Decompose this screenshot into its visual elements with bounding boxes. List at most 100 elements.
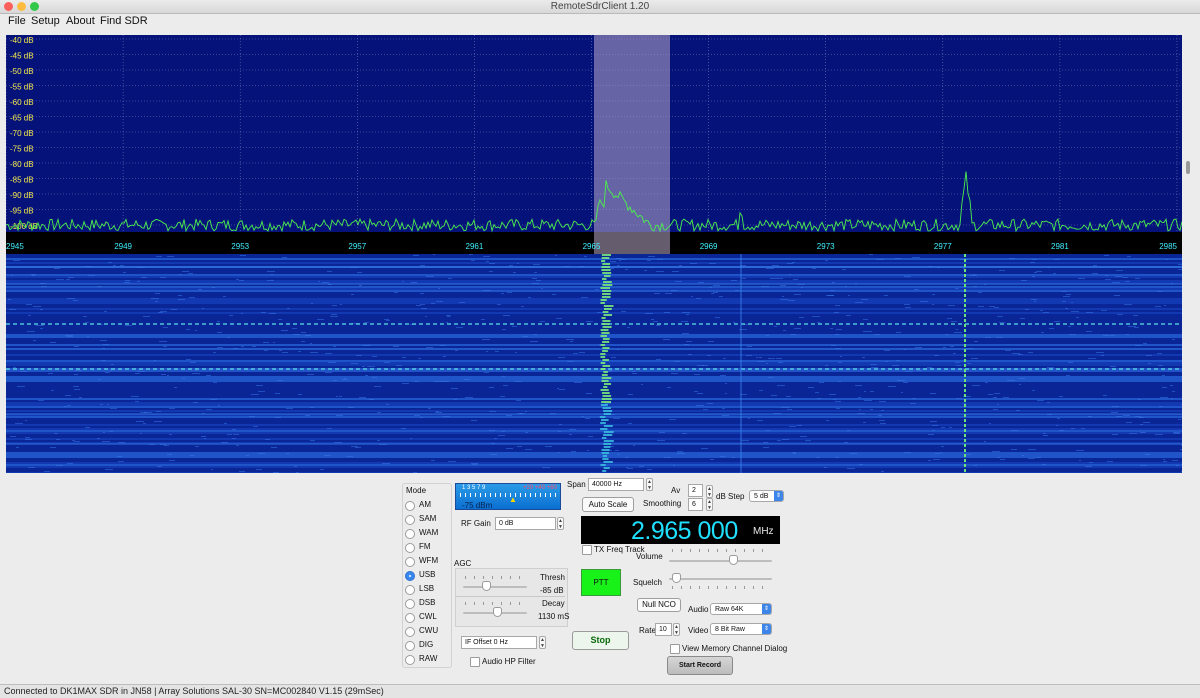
squelch-slider-thumb[interactable] <box>672 573 682 583</box>
title-bar: RemoteSdrClient 1.20 <box>0 0 1200 14</box>
mode-label-fm: FM <box>419 542 431 551</box>
rf-gain-label: RF Gain <box>461 519 491 528</box>
av-label: Av <box>671 486 681 495</box>
audio-hp-filter-label: Audio HP Filter <box>482 657 536 666</box>
s-meter-scale: 1 3 5 7 9 <box>462 485 486 491</box>
db-tick-label: -90 dB <box>10 191 34 200</box>
stop-button[interactable]: Stop <box>572 631 629 650</box>
frequency-value: 2.965 000 <box>631 517 738 545</box>
mode-radio-cwl[interactable] <box>405 613 415 623</box>
svg-text:2965: 2965 <box>583 242 601 251</box>
rf-gain-field[interactable]: 0 dB <box>495 517 556 530</box>
smoothing-stepper[interactable]: ▲ ▼ <box>706 498 713 511</box>
window-title: RemoteSdrClient 1.20 <box>550 1 650 12</box>
svg-text:2977: 2977 <box>934 242 952 251</box>
rate-field[interactable]: 10 <box>655 623 672 636</box>
s-meter-value: -75 dBm <box>462 501 493 510</box>
db-tick-label: -85 dB <box>10 176 34 185</box>
if-offset-stepper[interactable]: ▲ ▼ <box>539 636 546 649</box>
audio-hp-filter-checkbox[interactable] <box>470 657 480 667</box>
mode-radio-fm[interactable] <box>405 543 415 553</box>
agc-decay-slider-thumb[interactable] <box>493 607 502 617</box>
volume-slider-thumb[interactable] <box>728 555 738 565</box>
span-field[interactable]: 40000 Hz <box>588 478 644 491</box>
svg-text:2985: 2985 <box>1159 242 1177 251</box>
rate-label: Rate <box>639 626 656 635</box>
mode-label-cwl: CWL <box>419 612 437 621</box>
mode-label-wfm: WFM <box>419 556 439 565</box>
menu-bar: File Setup About Find SDR <box>0 14 1200 30</box>
span-stepper[interactable]: ▲ ▼ <box>646 478 653 491</box>
mode-radio-am[interactable] <box>405 501 415 511</box>
agc-thresh-slider-thumb[interactable] <box>482 581 491 591</box>
mode-label-lsb: LSB <box>419 584 435 593</box>
agc-title: AGC <box>454 559 472 568</box>
mode-radio-raw[interactable] <box>405 655 415 665</box>
mode-radio-wam[interactable] <box>405 529 415 539</box>
db-tick-label: -60 dB <box>10 98 34 107</box>
spectrum-display[interactable]: -40 dB -45 dB -50 dB -55 dB -60 dB -65 dB -70 … <box>6 35 1182 254</box>
frequency-display[interactable]: 2.965 000 MHz <box>581 516 780 545</box>
av-stepper[interactable]: ▲ ▼ <box>706 485 713 498</box>
if-offset-field[interactable]: IF Offset 0 Hz <box>461 636 537 649</box>
memory-dialog-checkbox[interactable] <box>670 644 680 654</box>
rf-gain-stepper[interactable]: ▲ ▼ <box>557 517 564 530</box>
mode-label-sam: SAM <box>419 514 437 523</box>
chevron-down-icon: ⇕ <box>774 491 783 501</box>
mode-radio-sam[interactable] <box>405 515 415 525</box>
mode-label-dig: DIG <box>419 640 434 649</box>
status-text: Connected to DK1MAX SDR in JN58 | Array … <box>4 686 384 696</box>
audio-label: Audio <box>688 605 709 614</box>
agc-thresh-slider-track[interactable] <box>463 586 527 588</box>
memory-dialog-label: View Memory Channel Dialog <box>682 644 788 653</box>
menu-setup[interactable]: Setup <box>31 15 60 27</box>
rate-stepper[interactable]: ▲ ▼ <box>673 623 680 636</box>
mode-label-dsb: DSB <box>419 598 436 607</box>
smoothing-field[interactable]: 6 <box>688 498 703 511</box>
mode-label-usb: USB <box>419 570 436 579</box>
null-nco-button[interactable]: Null NCO <box>637 598 681 612</box>
mode-radio-usb[interactable] <box>405 571 415 581</box>
db-tick-label: -45 dB <box>10 52 34 61</box>
mode-radio-wfm[interactable] <box>405 557 415 567</box>
mode-label-wam: WAM <box>419 528 439 537</box>
db-tick-label: -80 dB <box>10 160 34 169</box>
s-meter-over-scale: +20 +40 +60 <box>523 485 557 491</box>
mode-radio-lsb[interactable] <box>405 585 415 595</box>
scrollbar-thumb[interactable] <box>1186 161 1190 174</box>
start-record-button[interactable]: Start Record <box>667 656 733 675</box>
svg-text:2961: 2961 <box>466 242 484 251</box>
audio-select[interactable]: Raw 64K ⇕ <box>710 603 772 615</box>
span-label: Span <box>567 480 586 489</box>
menu-find-sdr[interactable]: Find SDR <box>100 15 148 27</box>
mode-radio-dig[interactable] <box>405 641 415 651</box>
s-meter-needle-icon: ▲ <box>509 495 517 504</box>
volume-slider-track[interactable] <box>669 560 772 562</box>
tx-freq-track-checkbox[interactable] <box>582 545 592 555</box>
av-field[interactable]: 2 <box>688 484 703 497</box>
waterfall-display[interactable] <box>6 254 1182 473</box>
squelch-label: Squelch <box>633 578 662 587</box>
auto-scale-button[interactable]: Auto Scale <box>582 497 634 512</box>
mode-radio-dsb[interactable] <box>405 599 415 609</box>
db-tick-label: -50 dB <box>10 67 34 76</box>
svg-text:2945: 2945 <box>6 242 24 251</box>
db-tick-label: -95 dB <box>10 207 34 216</box>
db-step-label: dB Step <box>716 492 745 501</box>
passband-highlight[interactable] <box>594 35 670 254</box>
agc-decay-label: Decay <box>542 599 565 608</box>
video-label: Video <box>688 626 709 635</box>
status-bar: Connected to DK1MAX SDR in JN58 | Array … <box>0 684 1200 698</box>
mode-label-am: AM <box>419 500 431 509</box>
menu-about[interactable]: About <box>66 15 95 27</box>
db-tick-label: -75 dB <box>10 145 34 154</box>
db-step-select[interactable]: 5 dB ⇕ <box>749 490 784 502</box>
volume-label: Volume <box>636 552 663 561</box>
mode-radio-cwu[interactable] <box>405 627 415 637</box>
video-select[interactable]: 8 Bit Raw ⇕ <box>710 623 772 635</box>
menu-file[interactable]: File <box>8 15 26 27</box>
db-tick-label: -65 dB <box>10 114 34 123</box>
ptt-button[interactable]: PTT <box>581 569 621 596</box>
squelch-slider-track[interactable] <box>669 578 772 580</box>
svg-text:2969: 2969 <box>700 242 718 251</box>
